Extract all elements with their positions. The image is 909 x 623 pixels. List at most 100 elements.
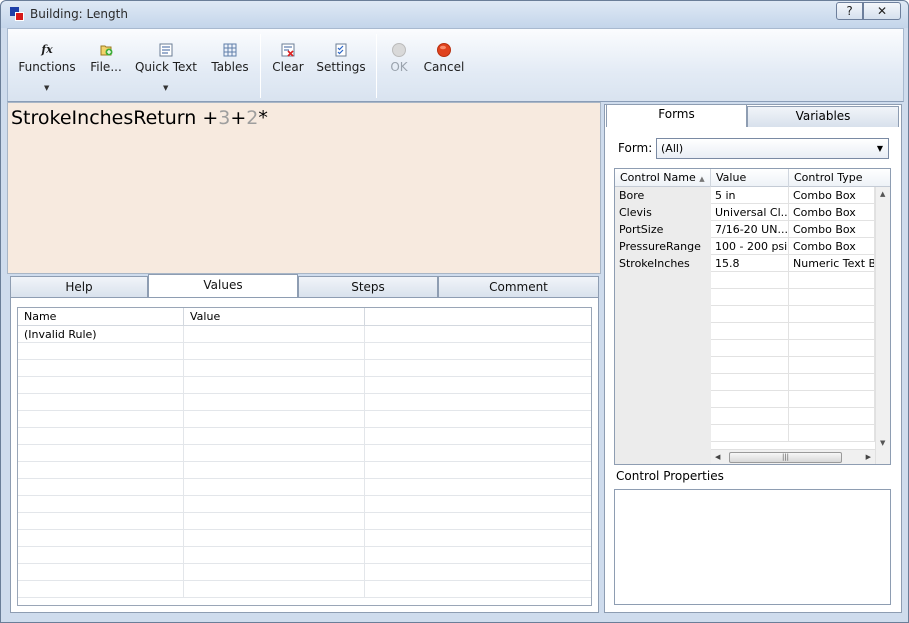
window-title: Building: Length xyxy=(30,7,128,21)
scroll-down-icon[interactable]: ▼ xyxy=(880,439,885,447)
table-cell xyxy=(18,394,184,411)
grid-cell xyxy=(789,391,875,408)
list-item[interactable] xyxy=(615,306,875,323)
grid-cell xyxy=(711,391,789,408)
scroll-up-icon[interactable]: ▲ xyxy=(880,190,885,198)
settings-button[interactable]: Settings xyxy=(316,29,366,101)
list-item[interactable] xyxy=(615,272,875,289)
table-row[interactable] xyxy=(18,377,591,394)
grid-cell xyxy=(615,374,711,391)
control-properties-box[interactable] xyxy=(614,489,891,605)
horizontal-scrollbar[interactable]: ◀ ||| ▶ xyxy=(711,449,875,464)
table-cell xyxy=(184,343,365,360)
table-row[interactable] xyxy=(18,547,591,564)
table-cell xyxy=(184,496,365,513)
list-item[interactable]: PortSize 7/16-20 UN... Combo Box xyxy=(615,221,875,238)
close-button[interactable]: ✕ xyxy=(863,2,901,20)
scroll-left-icon[interactable]: ◀ xyxy=(715,453,720,461)
table-cell xyxy=(365,581,591,598)
column-header-name[interactable]: Name xyxy=(18,308,184,326)
tables-button[interactable]: Tables xyxy=(208,29,252,101)
table-row[interactable] xyxy=(18,530,591,547)
ok-button[interactable]: OK xyxy=(384,29,414,101)
grid-cell xyxy=(711,374,789,391)
grid-cell xyxy=(615,340,711,357)
table-row[interactable] xyxy=(18,394,591,411)
table-cell xyxy=(184,445,365,462)
rule-expression[interactable]: StrokeInchesReturn +3+2* xyxy=(11,107,268,129)
quick-text-button[interactable]: Quick Text ▼ xyxy=(133,29,199,101)
grid-cell xyxy=(789,306,875,323)
cancel-circle-icon xyxy=(436,42,452,58)
table-cell xyxy=(184,394,365,411)
table-row[interactable] xyxy=(18,343,591,360)
rule-editor[interactable]: StrokeInchesReturn +3+2* xyxy=(7,102,601,274)
table-row[interactable] xyxy=(18,360,591,377)
table-cell xyxy=(365,326,591,343)
clear-button[interactable]: Clear xyxy=(269,29,307,101)
values-grid[interactable]: Name Value (Invalid Rule) xyxy=(17,307,592,606)
tab-variables[interactable]: Variables xyxy=(747,106,899,127)
table-cell xyxy=(184,377,365,394)
column-header-control-type[interactable]: Control Type xyxy=(789,169,890,187)
table-row[interactable] xyxy=(18,411,591,428)
column-header-value[interactable]: Value xyxy=(184,308,365,326)
grid-cell: 5 in xyxy=(711,187,789,204)
help-button[interactable]: ? xyxy=(836,2,863,20)
table-cell xyxy=(365,479,591,496)
table-cell xyxy=(18,462,184,479)
list-item[interactable] xyxy=(615,323,875,340)
table-row[interactable] xyxy=(18,513,591,530)
vertical-scrollbar[interactable]: ▲ ▼ xyxy=(875,187,890,464)
grid-cell xyxy=(711,289,789,306)
left-tab-strip: Help Values Steps Comment xyxy=(10,274,599,298)
table-cell xyxy=(365,360,591,377)
functions-button[interactable]: fx Functions ▼ xyxy=(16,29,78,101)
scroll-thumb[interactable]: ||| xyxy=(729,452,842,463)
tab-help[interactable]: Help xyxy=(10,276,148,298)
grid-cell xyxy=(615,323,711,340)
grid-cell xyxy=(711,272,789,289)
table-row[interactable] xyxy=(18,445,591,462)
list-item[interactable]: Clevis Universal Cl... Combo Box xyxy=(615,204,875,221)
list-item[interactable]: Bore 5 in Combo Box xyxy=(615,187,875,204)
title-bar[interactable]: Building: Length ? ✕ xyxy=(1,1,908,28)
list-item[interactable] xyxy=(615,391,875,408)
table-row[interactable] xyxy=(18,462,591,479)
tab-forms[interactable]: Forms xyxy=(606,104,747,127)
table-row[interactable] xyxy=(18,496,591,513)
table-row[interactable] xyxy=(18,428,591,445)
list-item[interactable] xyxy=(615,357,875,374)
grid-cell xyxy=(789,425,875,442)
grid-cell xyxy=(615,391,711,408)
tab-steps[interactable]: Steps xyxy=(298,276,438,298)
table-cell xyxy=(184,547,365,564)
toolbar-separator xyxy=(260,34,261,98)
list-item[interactable] xyxy=(615,425,875,442)
column-header-value[interactable]: Value xyxy=(711,169,789,187)
form-filter-select[interactable]: (All) ▼ xyxy=(656,138,889,159)
grid-cell xyxy=(711,323,789,340)
table-row[interactable]: (Invalid Rule) xyxy=(18,326,591,343)
table-cell xyxy=(18,428,184,445)
table-row[interactable] xyxy=(18,564,591,581)
controls-grid[interactable]: Control Name ▲ Value Control Type Bore 5 … xyxy=(614,168,891,465)
list-item[interactable] xyxy=(615,289,875,306)
table-row[interactable] xyxy=(18,581,591,598)
cancel-button[interactable]: Cancel xyxy=(422,29,466,101)
tab-values[interactable]: Values xyxy=(148,274,298,298)
list-item[interactable] xyxy=(615,374,875,391)
table-cell xyxy=(184,581,365,598)
form-filter-value: (All) xyxy=(661,142,684,155)
list-item[interactable]: PressureRange 100 - 200 psi Combo Box xyxy=(615,238,875,255)
list-item[interactable]: StrokeInches 15.8Numeric Text Box xyxy=(615,255,875,272)
scroll-right-icon[interactable]: ▶ xyxy=(866,453,871,461)
file-button[interactable]: File... xyxy=(87,29,125,101)
table-icon xyxy=(222,42,238,58)
list-item[interactable] xyxy=(615,408,875,425)
tab-comment[interactable]: Comment xyxy=(438,276,599,298)
list-item[interactable] xyxy=(615,340,875,357)
column-header-control-name[interactable]: Control Name ▲ xyxy=(615,169,711,187)
table-row[interactable] xyxy=(18,479,591,496)
table-cell xyxy=(365,496,591,513)
